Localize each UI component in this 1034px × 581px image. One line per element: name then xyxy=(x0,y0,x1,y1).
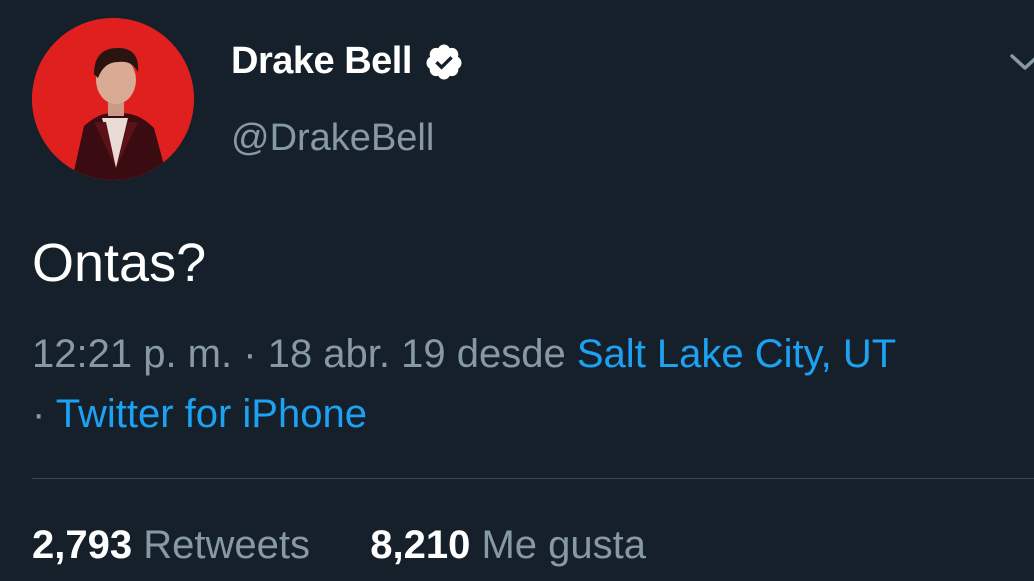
likes-stat[interactable]: 8,210 Me gusta xyxy=(359,523,646,567)
tweet-stats: 2,793 Retweets 8,210 Me gusta xyxy=(32,523,646,568)
likes-count: 8,210 xyxy=(370,523,471,567)
tweet-client-row: · Twitter for iPhone xyxy=(32,392,367,437)
location-link[interactable]: Salt Lake City, UT xyxy=(577,332,896,376)
tweet-meta: 12:21 p. m. · 18 abr. 19 desde Salt Lake… xyxy=(32,332,896,377)
retweets-label: Retweets xyxy=(143,523,310,567)
display-name[interactable]: Drake Bell xyxy=(231,40,412,83)
retweets-count: 2,793 xyxy=(32,523,133,567)
chevron-down-icon[interactable] xyxy=(1010,52,1034,72)
tweet-date[interactable]: 18 abr. 19 xyxy=(268,332,446,376)
from-word: desde xyxy=(456,332,566,376)
meta-separator-2: · xyxy=(32,392,46,436)
tweet-detail: Drake Bell @DrakeBell Ontas? 12:21 p. m.… xyxy=(0,0,1034,581)
user-name-row: Drake Bell xyxy=(231,40,464,83)
user-handle[interactable]: @DrakeBell xyxy=(231,117,434,160)
retweets-stat[interactable]: 2,793 Retweets xyxy=(32,523,321,567)
avatar[interactable] xyxy=(32,18,194,180)
likes-label: Me gusta xyxy=(481,523,646,567)
divider xyxy=(32,478,1034,479)
tweet-time[interactable]: 12:21 p. m. xyxy=(32,332,232,376)
client-link[interactable]: Twitter for iPhone xyxy=(56,392,367,436)
verified-badge-icon xyxy=(426,44,462,79)
meta-separator: · xyxy=(243,332,257,376)
avatar-image xyxy=(32,18,194,180)
tweet-text: Ontas? xyxy=(32,233,207,293)
